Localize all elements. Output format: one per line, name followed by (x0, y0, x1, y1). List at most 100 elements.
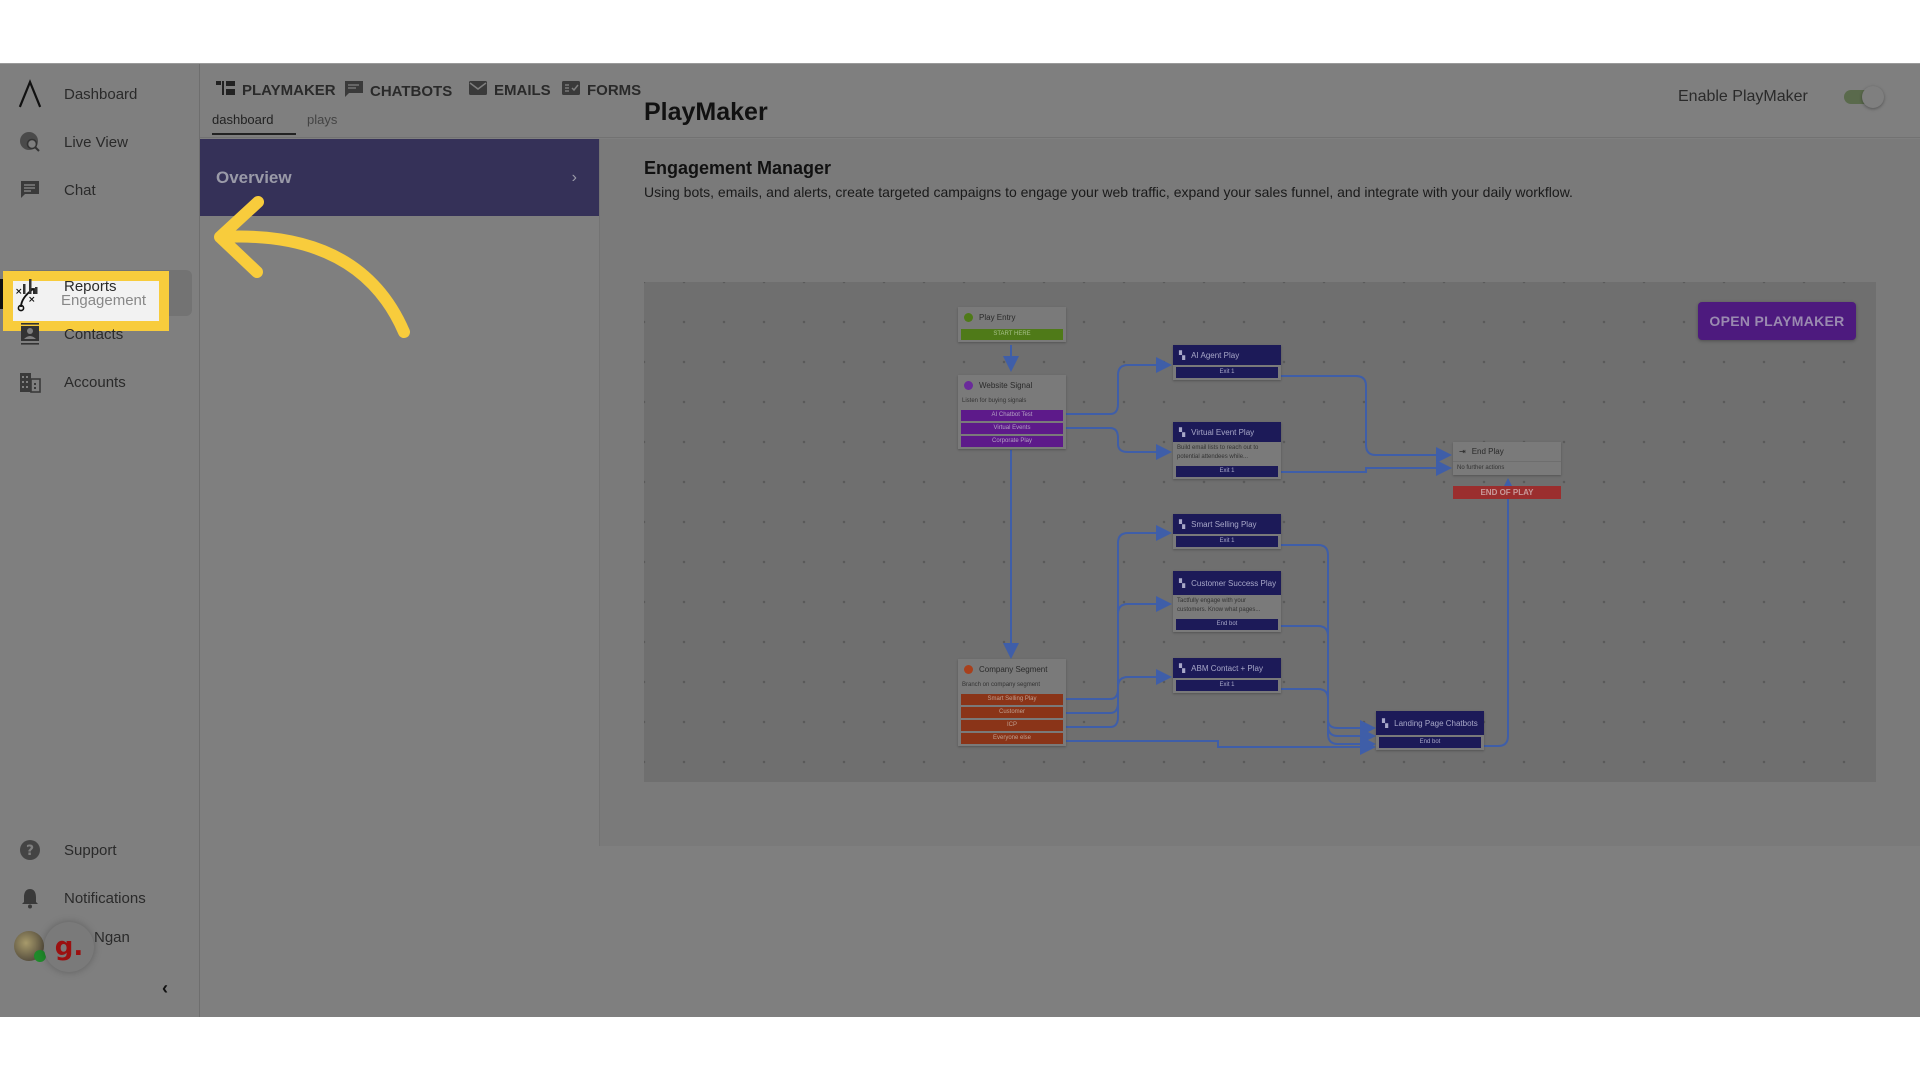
user-name: Ngan (94, 929, 130, 946)
node-title: Landing Page Chatbots (1394, 718, 1478, 728)
node-title: Play Entry (979, 312, 1016, 322)
node-exit: Exit 1 (1176, 680, 1278, 691)
sidebar: Dashboard Live View Chat × × Engagement R… (0, 64, 200, 1018)
page-bottom-margin (0, 1017, 1920, 1080)
tab-label: PLAYMAKER (242, 81, 336, 99)
tab-forms[interactable]: FORMS (561, 80, 641, 100)
node-end-play[interactable]: ⇥ End Play No further actions (1453, 442, 1561, 475)
play-tree-icon: ▚ (1382, 718, 1389, 728)
sidebar-item-label: Reports (64, 277, 117, 295)
sidebar-item-contacts[interactable]: Contacts (0, 314, 192, 354)
tab-label: FORMS (587, 81, 642, 99)
enable-playmaker-label: Enable PlayMaker (1678, 88, 1808, 105)
g-badge-icon[interactable]: g. (44, 922, 94, 972)
end-of-play-strip: END OF PLAY (1453, 486, 1561, 499)
node-description: Listen for buying signals (962, 398, 1027, 404)
node-abm-contact-play[interactable]: ▚ ABM Contact + Play Exit 1 (1173, 658, 1281, 693)
sidebar-item-dashboard[interactable]: Dashboard (0, 74, 192, 114)
sidebar-item-chat[interactable]: Chat (0, 170, 192, 210)
sidebar-item-label: Dashboard (64, 85, 138, 103)
playmaker-icon (216, 80, 236, 100)
node-exit: AI Chatbot Test (961, 410, 1063, 421)
play-icon (964, 312, 973, 322)
node-exit: ICP (961, 720, 1063, 731)
tab-playmaker[interactable]: PLAYMAKER (216, 80, 336, 100)
tab-emails[interactable]: EMAILS (468, 80, 551, 100)
node-exit: Exit 1 (1176, 466, 1278, 477)
contacts-icon (18, 322, 42, 346)
node-title: Virtual Event Play (1191, 427, 1255, 437)
node-landing-page-chatbots[interactable]: ▚ Landing Page Chatbots End bot (1376, 711, 1484, 750)
play-tree-icon: ▚ (1179, 663, 1186, 673)
top-bar: PLAYMAKER CHATBOTS EMAILS FORMS dashboar… (200, 64, 1920, 138)
node-title: End Play (1471, 447, 1504, 456)
node-exit: Everyone else (961, 733, 1063, 744)
node-title: AI Agent Play (1191, 350, 1240, 360)
chevron-right-icon: › (571, 168, 577, 186)
node-title: Customer Success Play (1191, 578, 1277, 588)
overview-label: Overview (216, 167, 292, 187)
chatbots-icon (344, 80, 364, 102)
subtab-plays[interactable]: plays (307, 112, 337, 127)
live-view-icon (18, 130, 42, 154)
node-ai-agent-play[interactable]: ▚ AI Agent Play Exit 1 (1173, 345, 1281, 380)
sidebar-item-label: Support (64, 841, 117, 859)
signal-icon (964, 380, 973, 390)
subtab-dashboard[interactable]: dashboard (212, 112, 296, 135)
node-exit: Exit 1 (1176, 367, 1278, 378)
node-virtual-event-play[interactable]: ▚ Virtual Event Play Build email lists to… (1173, 422, 1281, 479)
node-exit: End bot (1379, 737, 1481, 748)
node-customer-success-play[interactable]: ▚ Customer Success Play Tactfully engage … (1173, 571, 1281, 632)
forms-icon (561, 80, 581, 100)
play-tree-icon: ▚ (1179, 427, 1186, 437)
app-logo-icon (18, 79, 42, 108)
toggle-knob[interactable] (1862, 86, 1884, 108)
node-title: Smart Selling Play (1191, 519, 1257, 529)
sidebar-item-live-view[interactable]: Live View (0, 122, 192, 162)
emails-icon (468, 80, 488, 100)
node-website-signal[interactable]: Website Signal Listen for buying signals… (958, 375, 1066, 449)
sidebar-item-label: Contacts (64, 325, 124, 343)
segment-icon (964, 664, 973, 674)
node-description: Tactfully engage with your customers. Kn… (1177, 598, 1261, 613)
tab-chatbots[interactable]: CHATBOTS (344, 80, 452, 102)
page-title: PlayMaker (644, 98, 768, 126)
node-play-entry[interactable]: Play Entry START HERE (958, 307, 1066, 342)
g-badge-letter: g. (54, 932, 84, 962)
section-title: Engagement Manager (644, 158, 832, 178)
node-exit: End bot (1176, 619, 1278, 630)
play-tree-icon: ▚ (1179, 519, 1186, 529)
node-description: Branch on company segment (962, 682, 1041, 688)
node-description: Build email lists to reach out to potent… (1177, 445, 1259, 460)
sidebar-item-label: Notifications (64, 889, 146, 907)
accounts-icon (18, 370, 42, 394)
sidebar-item-label: Live View (64, 133, 128, 151)
node-title: Company Segment (979, 664, 1048, 674)
node-exit: Customer (961, 707, 1063, 718)
node-exit: START HERE (961, 329, 1063, 340)
end-icon: ⇥ (1459, 447, 1466, 456)
bell-icon (18, 886, 42, 910)
reports-icon (18, 274, 42, 298)
play-tree-icon: ▚ (1179, 350, 1186, 360)
collapse-sidebar-button[interactable]: ‹ (162, 978, 168, 999)
node-exit: Smart Selling Play (961, 694, 1063, 705)
sidebar-item-support[interactable]: ? Support (0, 830, 192, 870)
tab-label: EMAILS (494, 81, 551, 99)
svg-text:?: ? (26, 843, 34, 859)
play-tree-icon: ▚ (1179, 578, 1186, 588)
node-exit: Virtual Events (961, 423, 1063, 434)
help-icon: ? (18, 838, 42, 862)
section-description: Using bots, emails, and alerts, create t… (644, 184, 1573, 200)
node-smart-selling-play[interactable]: ▚ Smart Selling Play Exit 1 (1173, 514, 1281, 549)
sidebar-item-label: Chat (64, 181, 96, 199)
sidebar-item-reports[interactable]: Reports (0, 266, 192, 306)
node-company-segment[interactable]: Company Segment Branch on company segmen… (958, 659, 1066, 746)
node-exit: Exit 1 (1176, 536, 1278, 547)
overview-item[interactable]: Overview › (200, 139, 599, 216)
node-description: No further actions (1457, 465, 1505, 471)
sidebar-item-accounts[interactable]: Accounts (0, 362, 192, 402)
open-playmaker-button[interactable]: OPEN PLAYMAKER (1698, 302, 1856, 340)
sidebar-item-notifications[interactable]: Notifications (0, 878, 192, 918)
chat-icon (18, 178, 42, 202)
